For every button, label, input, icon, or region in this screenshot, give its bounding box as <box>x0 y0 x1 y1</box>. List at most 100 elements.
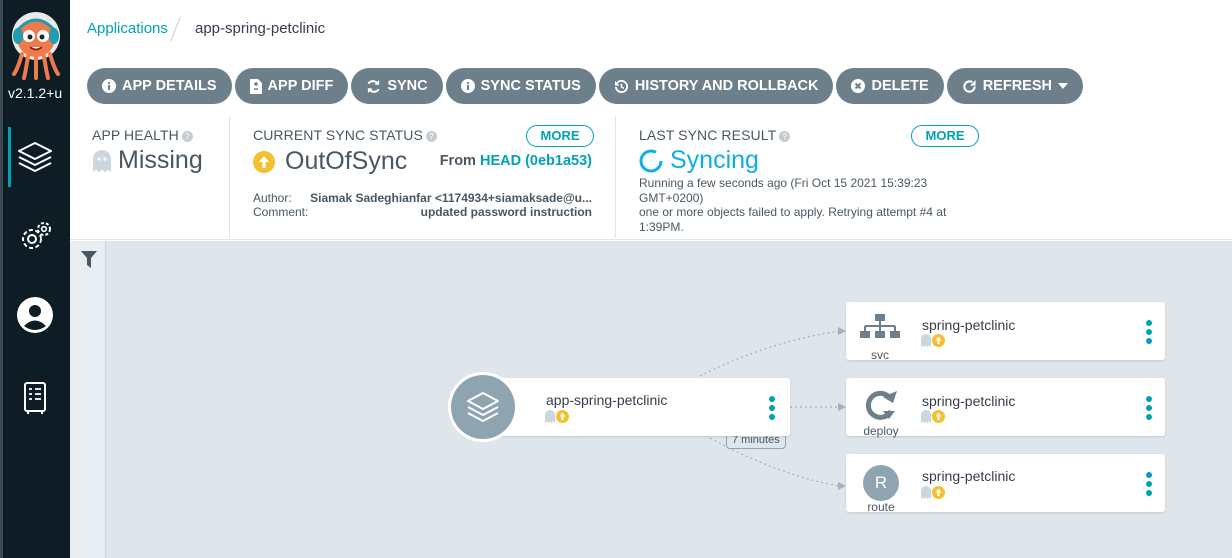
last-sync-label: LAST SYNC RESULT <box>639 127 777 143</box>
revision-link[interactable]: HEAD (0eb1a53) <box>480 153 592 169</box>
resource-kind: svc <box>871 348 889 362</box>
history-icon <box>614 79 628 93</box>
ghost-icon <box>545 410 555 423</box>
resource-kind: route <box>867 500 895 514</box>
resource-tree-canvas[interactable]: 7 minutes app-spring-petclinic svc sprin… <box>70 241 1232 558</box>
resource-status <box>921 334 945 347</box>
app-details-button[interactable]: APP DETAILS <box>87 68 232 104</box>
app-diff-label: APP DIFF <box>267 78 334 94</box>
sync-status-value: OutOfSync <box>253 147 407 176</box>
resource-kind: deploy <box>863 424 899 438</box>
current-sync-section: CURRENT SYNC STATUS? MORE OutOfSync From… <box>230 116 616 238</box>
refresh-label: REFRESH <box>982 78 1052 94</box>
resource-title: spring-petclinic <box>922 393 1016 409</box>
sync-status-button[interactable]: SYNC STATUS <box>445 68 596 104</box>
sidebar-item-settings[interactable] <box>0 207 70 267</box>
app-details-label: APP DETAILS <box>122 78 217 94</box>
comment-value: updated password instruction <box>420 205 592 219</box>
history-rollback-label: HISTORY AND ROLLBACK <box>634 78 819 94</box>
arrow-up-circle-icon <box>556 410 569 423</box>
sync-status-label: SYNC STATUS <box>480 78 581 94</box>
breadcrumb-current: app-spring-petclinic <box>195 20 326 37</box>
refresh-button[interactable]: REFRESH <box>946 68 1083 104</box>
resource-node-deploy[interactable]: deploy spring-petclinic <box>846 378 1165 438</box>
sync-from: From HEAD (0eb1a53) <box>440 153 592 169</box>
last-sync-more-button[interactable]: MORE <box>911 125 979 147</box>
user-icon <box>17 297 53 333</box>
app-diff-button[interactable]: APP DIFF <box>234 68 349 104</box>
resource-status <box>921 410 945 423</box>
last-sync-text: Syncing <box>670 146 759 174</box>
app-node[interactable]: app-spring-petclinic <box>448 372 790 442</box>
route-letter: R <box>874 473 888 492</box>
last-sync-section: LAST SYNC RESULT? MORE Syncing Running a… <box>616 116 1046 238</box>
history-rollback-button[interactable]: HISTORY AND ROLLBACK <box>598 68 834 104</box>
resource-status <box>921 486 945 499</box>
resource-menu[interactable] <box>1146 320 1152 344</box>
help-icon[interactable]: ? <box>779 131 791 142</box>
sidebar-item-applications[interactable] <box>0 127 70 187</box>
spinner-icon <box>639 149 663 172</box>
author-value: Siamak Sadeghianfar <1174934+siamaksade@… <box>310 191 592 205</box>
file-diff-icon <box>249 78 262 94</box>
resource-node-route[interactable]: R route spring-petclinic <box>846 454 1165 514</box>
author-label: Author: <box>253 191 292 205</box>
refresh-icon <box>963 79 976 93</box>
arrow-up-circle-icon <box>932 334 945 347</box>
deploy-icon <box>865 390 897 420</box>
app-node-menu[interactable] <box>769 396 775 420</box>
route-icon: R <box>863 465 899 501</box>
status-panel: APP HEALTH? Missing CURRENT SYNC STATUS?… <box>70 116 1232 240</box>
breadcrumb-separator <box>170 16 181 42</box>
docs-icon <box>24 382 46 414</box>
resource-menu[interactable] <box>1146 396 1152 420</box>
svc-icon <box>860 314 900 338</box>
resource-node-svc[interactable]: svc spring-petclinic <box>846 302 1165 362</box>
resource-title: spring-petclinic <box>922 468 1016 484</box>
resource-menu[interactable] <box>1146 472 1152 496</box>
gears-icon <box>22 222 51 249</box>
delete-button[interactable]: DELETE <box>836 68 944 104</box>
last-sync-error: one or more objects failed to apply. Ret… <box>639 205 947 234</box>
sidebar: v2.1.2+u <box>0 0 70 558</box>
info-icon <box>102 79 116 93</box>
sync-button[interactable]: SYNC <box>351 68 443 104</box>
last-sync-value: Syncing <box>639 146 759 175</box>
sync-icon <box>367 79 380 93</box>
ghost-icon <box>921 410 931 423</box>
ghost-icon <box>93 149 111 172</box>
close-circle-icon <box>851 79 866 93</box>
resource-title: spring-petclinic <box>922 317 1016 333</box>
sync-status-text: OutOfSync <box>285 147 408 175</box>
from-prefix: From <box>439 153 476 169</box>
breadcrumb-applications[interactable]: Applications <box>87 20 168 37</box>
layers-icon <box>18 142 52 172</box>
delete-label: DELETE <box>871 78 929 94</box>
app-health-text: Missing <box>118 146 203 174</box>
sidebar-item-user-info[interactable] <box>0 285 70 345</box>
app-health-section: APP HEALTH? Missing <box>70 116 230 238</box>
sync-more-button[interactable]: MORE <box>526 125 594 147</box>
top-bar: Applications app-spring-petclinic <box>70 0 1232 58</box>
app-health-label: APP HEALTH <box>92 127 179 143</box>
layers-icon <box>448 372 518 442</box>
app-health-value: Missing <box>92 146 203 175</box>
last-sync-time: Running a few seconds ago (Fri Oct 15 20… <box>639 176 928 205</box>
comment-label: Comment: <box>253 205 309 219</box>
caret-down-icon <box>1057 83 1068 89</box>
version-label: v2.1.2+u <box>8 85 63 101</box>
help-icon[interactable]: ? <box>425 131 437 142</box>
ghost-icon <box>921 486 931 499</box>
sidebar-item-docs[interactable] <box>0 368 70 428</box>
sync-label: SYNC <box>387 78 428 94</box>
app-node-title: app-spring-petclinic <box>546 392 668 408</box>
info-icon <box>460 79 475 93</box>
app-node-status <box>545 410 569 423</box>
arrow-up-circle-icon <box>932 486 945 499</box>
help-icon[interactable]: ? <box>181 131 193 142</box>
arrow-up-circle-icon <box>932 410 945 423</box>
app-toolbar: APP DETAILS APP DIFF SYNC SYNC STATUS HI… <box>87 68 1083 104</box>
argo-logo[interactable] <box>10 10 62 80</box>
last-sync-message: Running a few seconds ago (Fri Oct 15 20… <box>639 176 979 234</box>
ghost-icon <box>921 334 931 347</box>
